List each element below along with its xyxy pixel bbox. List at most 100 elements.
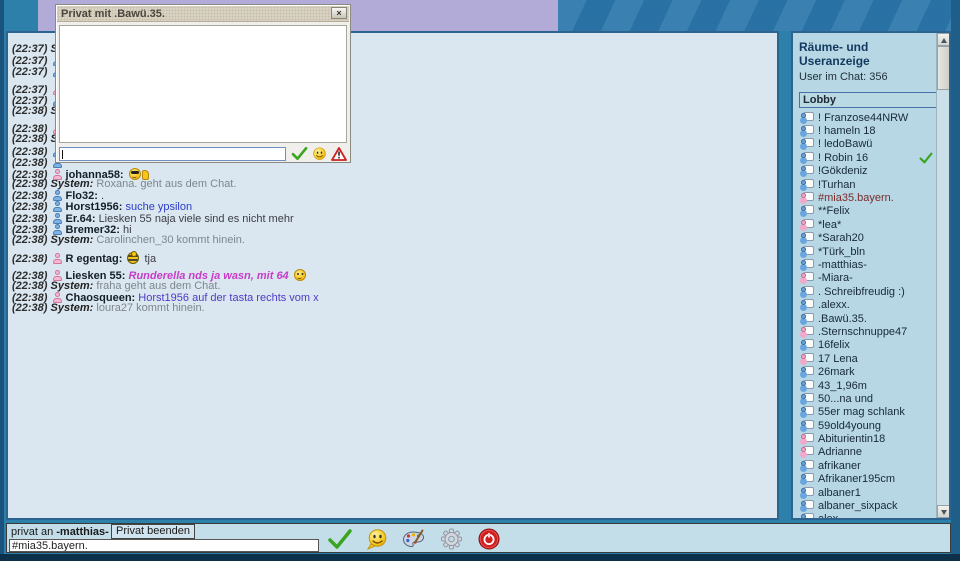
user-bubble-icon <box>799 272 814 284</box>
user-list-item[interactable]: -matthias- <box>799 258 936 271</box>
chat-smiley-icon[interactable] <box>366 529 389 550</box>
chat-line: (22:38) System: Roxana. geht aus dem Cha… <box>12 179 775 190</box>
timestamp: (22:38) <box>12 253 47 265</box>
chat-line: (22:38) System: fraha geht aus dem Chat. <box>12 281 775 292</box>
timestamp: (22:38) <box>12 133 47 145</box>
message-input[interactable] <box>9 539 319 552</box>
username: 55er mag schlank <box>818 406 905 418</box>
power-off-icon[interactable] <box>478 528 500 550</box>
sidebar-scrollbar[interactable] <box>936 33 949 518</box>
user-list-item[interactable]: #mia35.bayern. <box>799 191 936 204</box>
username: !Turhan <box>818 179 856 191</box>
send-check-icon[interactable] <box>327 528 353 550</box>
user-list-item[interactable]: .Sternschnuppe47 <box>799 325 936 338</box>
user-list-item[interactable]: **Felix <box>799 205 936 218</box>
user-bubble-icon <box>799 232 814 244</box>
message-compose-bar: privat an -matthias- Privat beenden <box>6 523 951 553</box>
private-message-input[interactable] <box>59 147 286 161</box>
username: 17 Lena <box>818 353 858 365</box>
user-list-item[interactable]: 17 Lena <box>799 352 936 365</box>
username: albaner1 <box>818 487 861 499</box>
user-list-item[interactable]: 55er mag schlank <box>799 406 936 419</box>
room-selector[interactable]: Lobby <box>799 92 937 108</box>
user-list-item[interactable]: 43_1,96m <box>799 379 936 392</box>
user-list-item[interactable]: !Turhan <box>799 178 936 191</box>
scrollbar-thumb[interactable] <box>937 46 950 90</box>
user-bubble-icon <box>799 152 814 164</box>
user-gender-icon <box>53 201 63 212</box>
send-check-icon[interactable] <box>291 146 308 161</box>
username: *Sarah20 <box>818 232 864 244</box>
user-list-item[interactable]: !Gökdeniz <box>799 165 936 178</box>
chat-username: Horst1956: <box>66 201 123 213</box>
user-list-item[interactable]: ! ledoBawü <box>799 138 936 151</box>
user-list-item[interactable]: afrikaner <box>799 459 936 472</box>
user-list-item[interactable]: 50...na und <box>799 392 936 405</box>
bottom-frame-strip <box>0 554 960 561</box>
paint-palette-icon[interactable] <box>402 529 425 550</box>
username: 43_1,96m <box>818 380 867 392</box>
username: ! hameln 18 <box>818 125 875 137</box>
user-list-item[interactable]: Abiturientin18 <box>799 432 936 445</box>
user-list-item[interactable]: . Schreibfreudig :) <box>799 285 936 298</box>
user-list-item[interactable]: .alexx. <box>799 298 936 311</box>
message-text: . <box>101 190 104 202</box>
text-caret <box>62 150 63 159</box>
popup-title-bar[interactable]: Privat mit .Bawü.35. <box>57 6 349 22</box>
user-list-item[interactable]: 16felix <box>799 339 936 352</box>
system-label: System: <box>51 234 94 246</box>
user-list-item[interactable]: .Bawü.35. <box>799 312 936 325</box>
system-label: System: <box>51 302 94 314</box>
user-list-item[interactable]: 59old4young <box>799 419 936 432</box>
username: 59old4young <box>818 420 881 432</box>
username: alex,, <box>818 513 844 520</box>
verified-check-icon <box>919 152 933 164</box>
user-list-item[interactable]: ! Robin 16 <box>799 151 936 164</box>
message-text: fraha geht aus dem Chat. <box>96 280 220 292</box>
settings-gear-icon[interactable] <box>438 527 465 551</box>
user-bubble-icon <box>799 380 814 392</box>
user-list-item[interactable]: ! hameln 18 <box>799 124 936 137</box>
chat-line: (22:38) System: loura27 kommt hinein. <box>12 303 775 314</box>
user-count: User im Chat: 356 <box>799 71 936 83</box>
username: -matthias- <box>818 259 867 271</box>
user-list-item[interactable]: 26mark <box>799 365 936 378</box>
username: ! ledoBawü <box>818 138 872 150</box>
user-bubble-icon <box>799 125 814 137</box>
username: Abiturientin18 <box>818 433 885 445</box>
scroll-down-button[interactable] <box>937 505 950 518</box>
smiley-icon[interactable] <box>312 147 327 161</box>
user-bubble-icon <box>799 473 814 485</box>
scroll-up-button[interactable] <box>937 33 950 46</box>
message-text: tja <box>145 253 157 265</box>
username: .Sternschnuppe47 <box>818 326 907 338</box>
end-private-button[interactable]: Privat beenden <box>111 524 195 539</box>
timestamp: (22:38) <box>12 280 47 292</box>
user-bubble-icon <box>799 460 814 472</box>
user-list: ! Franzose44NRW! hameln 18! ledoBawü! Ro… <box>799 111 936 520</box>
warning-icon[interactable] <box>331 147 347 161</box>
timestamp: (22:38) <box>12 105 47 117</box>
user-list-item[interactable]: *lea* <box>799 218 936 231</box>
right-frame-strip <box>951 0 960 561</box>
user-list-item[interactable]: ! Franzose44NRW <box>799 111 936 124</box>
user-list-item[interactable]: -Miara- <box>799 272 936 285</box>
message-text: loura27 kommt hinein. <box>96 302 204 314</box>
private-message-log <box>59 25 347 143</box>
timestamp: (22:37) <box>12 43 47 55</box>
user-bubble-icon <box>799 513 814 520</box>
user-bubble-icon <box>799 112 814 124</box>
user-list-item[interactable]: *Sarah20 <box>799 232 936 245</box>
user-bubble-icon <box>799 299 814 311</box>
user-list-item[interactable]: albaner1 <box>799 486 936 499</box>
user-list-item[interactable]: albaner_sixpack <box>799 499 936 512</box>
user-list-item[interactable]: alex,, <box>799 513 936 520</box>
user-list-item[interactable]: Afrikaner195cm <box>799 473 936 486</box>
private-target-name: -matthias- <box>56 526 109 538</box>
user-list-item[interactable]: Adrianne <box>799 446 936 459</box>
user-list-item[interactable]: *Türk_bln <box>799 245 936 258</box>
close-icon[interactable]: × <box>331 7 347 19</box>
chat-line: (22:38) R egentag: tja <box>12 252 775 263</box>
username: .alexx. <box>818 299 850 311</box>
username: . Schreibfreudig :) <box>818 286 905 298</box>
